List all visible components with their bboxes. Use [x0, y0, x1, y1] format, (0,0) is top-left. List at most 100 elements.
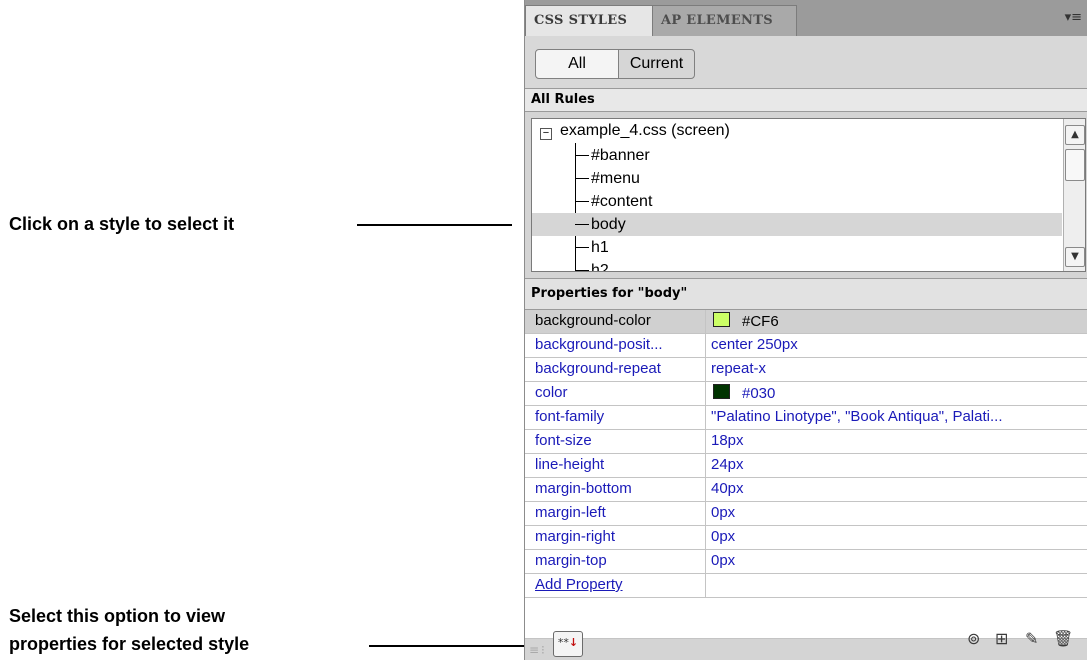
- annotation-pointer-line: [357, 224, 512, 226]
- annotation-click-style: Click on a style to select it: [9, 214, 235, 234]
- property-name: line-height: [535, 456, 605, 473]
- property-value-cell[interactable]: #030: [711, 384, 1081, 402]
- column-divider: [705, 526, 706, 549]
- property-name: background-color: [535, 312, 651, 329]
- property-value[interactable]: 0px: [711, 528, 1081, 545]
- rule-item-h2[interactable]: h2: [575, 259, 1063, 272]
- rule-label: #banner: [591, 147, 650, 164]
- color-swatch[interactable]: [713, 312, 730, 327]
- property-name: margin-bottom: [535, 480, 632, 497]
- all-view-button[interactable]: All: [535, 49, 619, 79]
- property-value[interactable]: "Palatino Linotype", "Book Antiqua", Pal…: [711, 408, 1081, 425]
- color-swatch[interactable]: [713, 384, 730, 399]
- property-name: margin-top: [535, 552, 607, 569]
- properties-table: background-color #CF6 background-posit..…: [525, 310, 1087, 639]
- tree-connector: [575, 247, 589, 248]
- rule-item-content[interactable]: #content: [575, 190, 1063, 213]
- rule-label: #content: [591, 193, 653, 210]
- property-row[interactable]: margin-top 0px: [525, 550, 1087, 574]
- property-name: background-repeat: [535, 360, 661, 377]
- annotation-select-option-line2: properties for selected style: [9, 634, 250, 654]
- properties-heading: Properties for "body": [525, 278, 1087, 310]
- add-property-row[interactable]: Add Property: [525, 574, 1087, 598]
- property-row[interactable]: font-family "Palatino Linotype", "Book A…: [525, 406, 1087, 430]
- column-divider: [705, 334, 706, 357]
- rule-item-menu[interactable]: #menu: [575, 167, 1063, 190]
- current-view-button[interactable]: Current: [618, 49, 695, 79]
- rule-label: body: [591, 216, 626, 233]
- rule-item-body[interactable]: body: [532, 213, 1062, 236]
- new-css-rule-icon[interactable]: ⊞: [995, 629, 1008, 648]
- css-styles-panel: CSS STYLES AP ELEMENTS ▾≡ All Current Al…: [524, 0, 1087, 660]
- add-property-link[interactable]: Add Property: [535, 576, 705, 593]
- column-divider: [705, 406, 706, 429]
- property-name: color: [535, 384, 568, 401]
- property-value[interactable]: 40px: [711, 480, 1081, 497]
- column-divider: [705, 502, 706, 525]
- property-name: margin-left: [535, 504, 606, 521]
- category-view-icon[interactable]: ≡: [529, 643, 539, 657]
- column-divider: [705, 358, 706, 381]
- column-divider: [705, 550, 706, 573]
- delete-css-rule-icon[interactable]: 🗑: [1053, 629, 1073, 648]
- tree-connector: [575, 201, 589, 202]
- property-value[interactable]: 0px: [711, 552, 1081, 569]
- rules-scrollbar[interactable]: ▲ ▼: [1063, 119, 1085, 271]
- annotation-select-option-line1: Select this option to view: [9, 606, 226, 626]
- rule-label: h2: [591, 262, 609, 272]
- property-name: font-size: [535, 432, 592, 449]
- property-value[interactable]: 0px: [711, 504, 1081, 521]
- property-value: #030: [742, 385, 776, 402]
- column-divider: [705, 454, 706, 477]
- property-value[interactable]: center 250px: [711, 336, 1081, 353]
- all-rules-heading: All Rules: [525, 88, 1087, 112]
- property-row[interactable]: line-height 24px: [525, 454, 1087, 478]
- scroll-up-icon[interactable]: ▲: [1065, 125, 1085, 145]
- stylesheet-label: example_4.css (screen): [560, 122, 730, 139]
- property-value[interactable]: 18px: [711, 432, 1081, 449]
- show-only-set-properties-icon[interactable]: **↓: [553, 631, 583, 657]
- property-row[interactable]: color #030: [525, 382, 1087, 406]
- column-divider: [705, 310, 706, 333]
- panel-tab-bar: CSS STYLES AP ELEMENTS ▾≡: [525, 0, 1087, 37]
- property-row[interactable]: background-color #CF6: [525, 310, 1087, 334]
- column-divider: [705, 574, 706, 597]
- tab-css-styles[interactable]: CSS STYLES: [525, 5, 653, 36]
- panel-options-menu-icon[interactable]: ▾≡: [1065, 10, 1082, 25]
- scrollbar-thumb[interactable]: [1065, 149, 1085, 181]
- tab-ap-elements[interactable]: AP ELEMENTS: [653, 5, 797, 36]
- property-row[interactable]: margin-bottom 40px: [525, 478, 1087, 502]
- edit-style-icon[interactable]: ✎: [1025, 629, 1038, 648]
- property-row[interactable]: background-repeat repeat-x: [525, 358, 1087, 382]
- rule-label: h1: [591, 239, 609, 256]
- stylesheet-node[interactable]: − example_4.css (screen): [540, 122, 730, 140]
- property-name: margin-right: [535, 528, 616, 545]
- attach-style-sheet-icon[interactable]: ⊚: [967, 629, 980, 648]
- property-value: #CF6: [742, 313, 779, 330]
- column-divider: [705, 382, 706, 405]
- property-name: font-family: [535, 408, 605, 425]
- property-value[interactable]: 24px: [711, 456, 1081, 473]
- tree-connector: [575, 155, 589, 156]
- tree-connector: [575, 270, 589, 271]
- panel-bottom-toolbar: ≡ ⁝ **↓ ⊚ ⊞ ✎ 🗑: [525, 629, 1087, 660]
- collapse-icon[interactable]: −: [540, 128, 552, 140]
- tree-connector: [575, 224, 589, 225]
- column-divider: [705, 478, 706, 501]
- column-divider: [705, 430, 706, 453]
- property-row[interactable]: margin-left 0px: [525, 502, 1087, 526]
- tree-connector: [575, 178, 589, 179]
- property-row[interactable]: font-size 18px: [525, 430, 1087, 454]
- view-toggle-bar: All Current: [525, 36, 1087, 88]
- rule-item-banner[interactable]: #banner: [575, 144, 1063, 167]
- property-value-cell[interactable]: #CF6: [711, 312, 1081, 330]
- rule-item-h1[interactable]: h1: [575, 236, 1063, 259]
- scroll-down-icon[interactable]: ▼: [1065, 247, 1085, 267]
- property-row[interactable]: background-posit... center 250px: [525, 334, 1087, 358]
- property-name: background-posit...: [535, 336, 663, 353]
- rule-label: #menu: [591, 170, 640, 187]
- property-row[interactable]: margin-right 0px: [525, 526, 1087, 550]
- list-view-icon[interactable]: ⁝: [541, 643, 545, 657]
- rules-tree: − example_4.css (screen) #banner #menu #c…: [531, 118, 1086, 272]
- property-value[interactable]: repeat-x: [711, 360, 1081, 377]
